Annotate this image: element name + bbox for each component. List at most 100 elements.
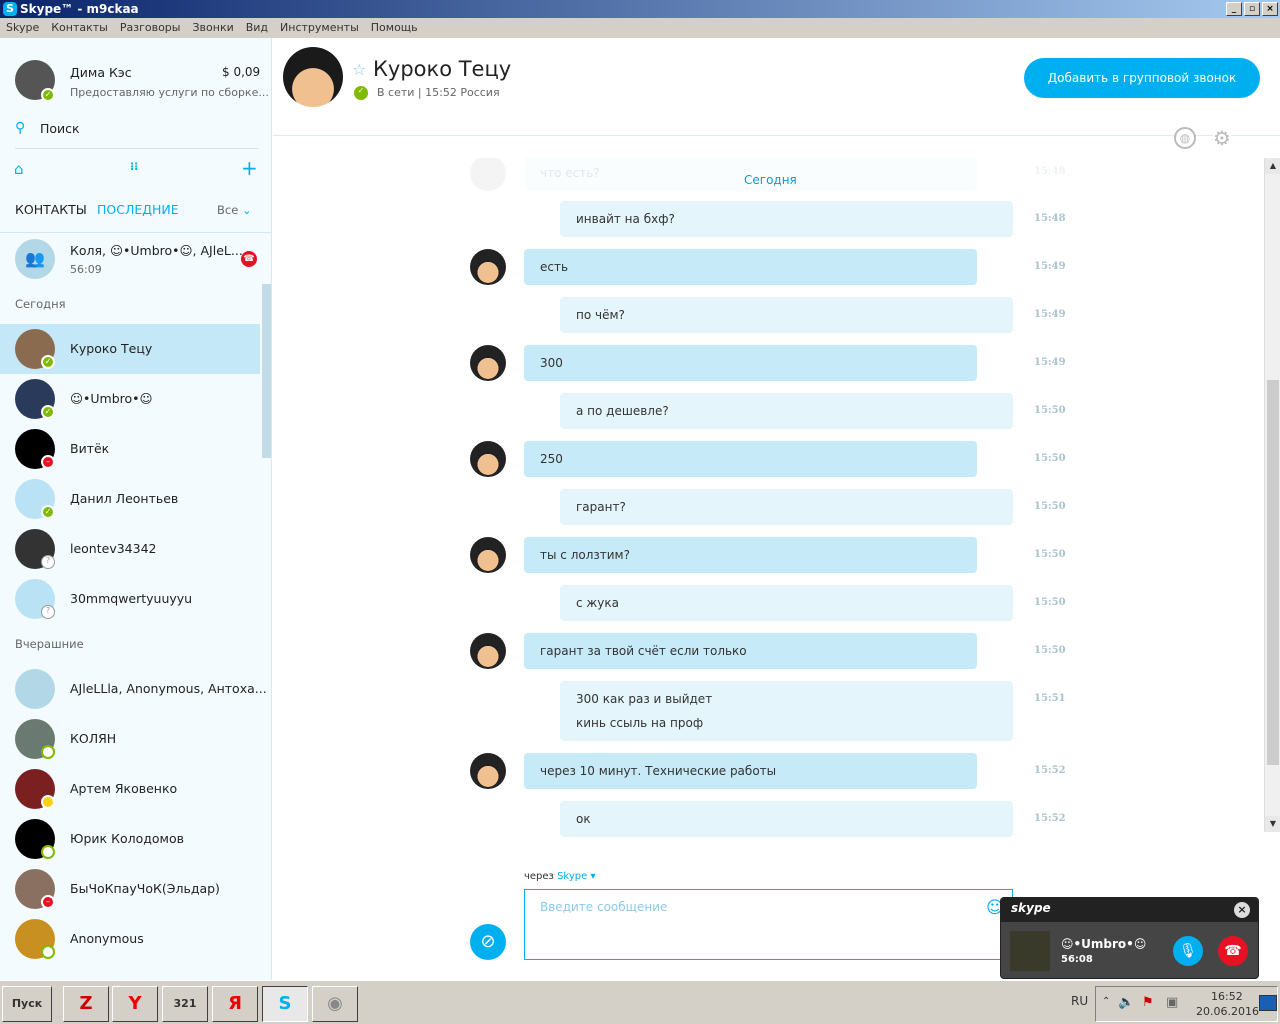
- add-icon[interactable]: +: [241, 156, 258, 180]
- action-center-flag-icon[interactable]: ⚑: [1142, 995, 1154, 1010]
- message-input[interactable]: Введите сообщение ☺: [524, 889, 1013, 960]
- message-time: 15:50: [1034, 453, 1066, 464]
- filter-dropdown[interactable]: Все ⌄: [217, 203, 252, 217]
- call-duration: 56:08: [1061, 954, 1093, 965]
- contact-avatar[interactable]: [470, 345, 506, 381]
- show-desktop-icon[interactable]: [1259, 995, 1277, 1011]
- contact-name: Данил Леонтьев: [70, 491, 179, 506]
- profile-balance[interactable]: $ 0,09: [222, 65, 260, 79]
- divider: [0, 232, 271, 233]
- skype-brand-logo: skype: [1011, 901, 1051, 915]
- contact-item[interactable]: Артем Яковенко: [0, 764, 260, 814]
- hang-up-icon[interactable]: ☎: [241, 251, 257, 267]
- profile-name[interactable]: Дима Кэс: [70, 65, 132, 80]
- contact-item[interactable]: – Витёк: [0, 424, 260, 474]
- section-today: Сегодня: [15, 297, 66, 311]
- contact-avatar[interactable]: [470, 441, 506, 477]
- dialpad-icon[interactable]: ⁝⁝: [130, 160, 138, 173]
- close-button[interactable]: ×: [1262, 2, 1278, 16]
- message-bubble: 300 как раз и выйдет кинь ссыль на проф: [560, 681, 1013, 741]
- yandex-browser-taskbar-icon[interactable]: Y: [112, 986, 158, 1022]
- contact-avatar[interactable]: [470, 753, 506, 789]
- contact-avatar[interactable]: [283, 47, 343, 107]
- minimize-button[interactable]: _: [1226, 2, 1242, 16]
- attach-file-icon[interactable]: ⊘: [470, 924, 506, 960]
- contact-item[interactable]: КОЛЯН: [0, 714, 260, 764]
- scroll-thumb[interactable]: [1267, 380, 1279, 765]
- contact-item[interactable]: ✓ Данил Леонтьев: [0, 474, 260, 524]
- contact-name: Витёк: [70, 441, 110, 456]
- skype-logo-icon: S: [3, 2, 17, 16]
- contact-item[interactable]: AJleLLla, Anonymous, Антоха...: [0, 664, 267, 714]
- active-call-item[interactable]: 👥 Коля, ☺•Umbro•☺, AJleL... 56:09 ☎: [0, 234, 260, 284]
- favorite-star-icon[interactable]: ☆: [352, 60, 366, 79]
- contact-item[interactable]: ? 30mmqwertyuuyyu: [0, 574, 260, 624]
- media-player-taskbar-icon[interactable]: 321: [162, 986, 208, 1022]
- hang-up-icon[interactable]: ☎: [1218, 936, 1248, 966]
- start-button[interactable]: Пуск: [2, 986, 52, 1022]
- service-selector[interactable]: Skype: [557, 871, 587, 882]
- menu-conversations[interactable]: Разговоры: [114, 18, 187, 38]
- language-indicator[interactable]: RU: [1071, 994, 1088, 1008]
- home-icon[interactable]: ⌂: [14, 160, 24, 178]
- search-icon: ⚲: [15, 120, 26, 136]
- microphone-icon[interactable]: 🎙: [1173, 936, 1203, 966]
- settings-gear-icon[interactable]: ⚙: [1213, 126, 1231, 150]
- sound-taskbar-icon[interactable]: ◉: [312, 986, 358, 1022]
- contact-name: 30mmqwertyuuyyu: [70, 591, 193, 606]
- contact-avatar[interactable]: [470, 249, 506, 285]
- menu-tools[interactable]: Инструменты: [274, 18, 365, 38]
- message-bubble: гарант?: [560, 489, 1013, 525]
- online-status-icon: ✓: [41, 355, 55, 369]
- taskbar: Пуск Z Y 321 Я S ◉ RU ⌃ 🔈 ⚑ ▣ 16:52 20.0…: [0, 980, 1280, 1024]
- search-input[interactable]: Поиск: [40, 121, 80, 136]
- sidebar-scrollbar[interactable]: [262, 284, 271, 458]
- scroll-down-arrow[interactable]: ▼: [1265, 816, 1280, 832]
- contact-item[interactable]: ✓ ☺•Umbro•☺: [0, 374, 260, 424]
- caller-name: ☺•Umbro•☺: [1061, 937, 1147, 951]
- contact-name: leontev34342: [70, 541, 157, 556]
- expand-tray-icon[interactable]: ⌃: [1102, 996, 1110, 1007]
- contact-avatar[interactable]: [470, 633, 506, 669]
- online-status-icon: ✓: [41, 505, 55, 519]
- network-icon[interactable]: ▣: [1166, 995, 1178, 1010]
- via-label: через: [524, 871, 554, 882]
- call-popup[interactable]: skype × ☺•Umbro•☺ 56:08 🎙 ☎: [1000, 897, 1259, 979]
- message-time: 15:49: [1034, 309, 1066, 320]
- message-bubble: а по дешевле?: [560, 393, 1013, 429]
- skype-taskbar-icon[interactable]: S: [262, 986, 308, 1022]
- globe-icon[interactable]: ◍: [1174, 127, 1196, 149]
- volume-icon[interactable]: 🔈: [1118, 995, 1134, 1010]
- profile-mood[interactable]: Предоставляю услуги по сборке...: [70, 86, 269, 99]
- away-status-icon: [41, 795, 55, 809]
- filezilla-taskbar-icon[interactable]: Z: [63, 986, 109, 1022]
- contact-item[interactable]: Anonymous: [0, 914, 260, 964]
- clock-time[interactable]: 16:52: [1211, 990, 1243, 1003]
- contact-avatar[interactable]: [470, 537, 506, 573]
- menu-calls[interactable]: Звонки: [186, 18, 239, 38]
- contact-item[interactable]: – БыЧоКпауЧоК(Эльдар): [0, 864, 260, 914]
- yandex-taskbar-icon[interactable]: Я: [212, 986, 258, 1022]
- clock-date[interactable]: 20.06.2016: [1196, 1005, 1259, 1018]
- tab-contacts[interactable]: КОНТАКТЫ: [15, 202, 87, 217]
- scroll-up-arrow[interactable]: ▲: [1265, 158, 1280, 174]
- menu-help[interactable]: Помощь: [365, 18, 424, 38]
- contact-item[interactable]: ? leontev34342: [0, 524, 260, 574]
- start-label: Пуск: [11, 997, 43, 1010]
- contact-name: БыЧоКпауЧоК(Эльдар): [70, 881, 220, 896]
- contact-item[interactable]: Юрик Колодомов: [0, 814, 260, 864]
- menu-contacts[interactable]: Контакты: [45, 18, 114, 38]
- caret-down-icon[interactable]: ▾: [590, 871, 595, 882]
- chat-scrollbar[interactable]: ▲ ▼: [1264, 158, 1280, 832]
- menu-view[interactable]: Вид: [240, 18, 274, 38]
- offline-status-icon: [41, 945, 55, 959]
- maximize-button[interactable]: ▫: [1244, 2, 1260, 16]
- contact-item[interactable]: ✓ Куроко Тецу: [0, 324, 260, 374]
- contact-status-line: В сети | 15:52 Россия: [377, 86, 500, 99]
- message-bubble: 250: [524, 441, 977, 477]
- close-popup-icon[interactable]: ×: [1234, 902, 1250, 918]
- offline-status-icon: [41, 745, 55, 759]
- tab-recent[interactable]: ПОСЛЕДНИЕ: [97, 202, 179, 217]
- add-to-group-call-button[interactable]: Добавить в групповой звонок: [1024, 58, 1260, 98]
- menu-skype[interactable]: Skype: [0, 18, 45, 38]
